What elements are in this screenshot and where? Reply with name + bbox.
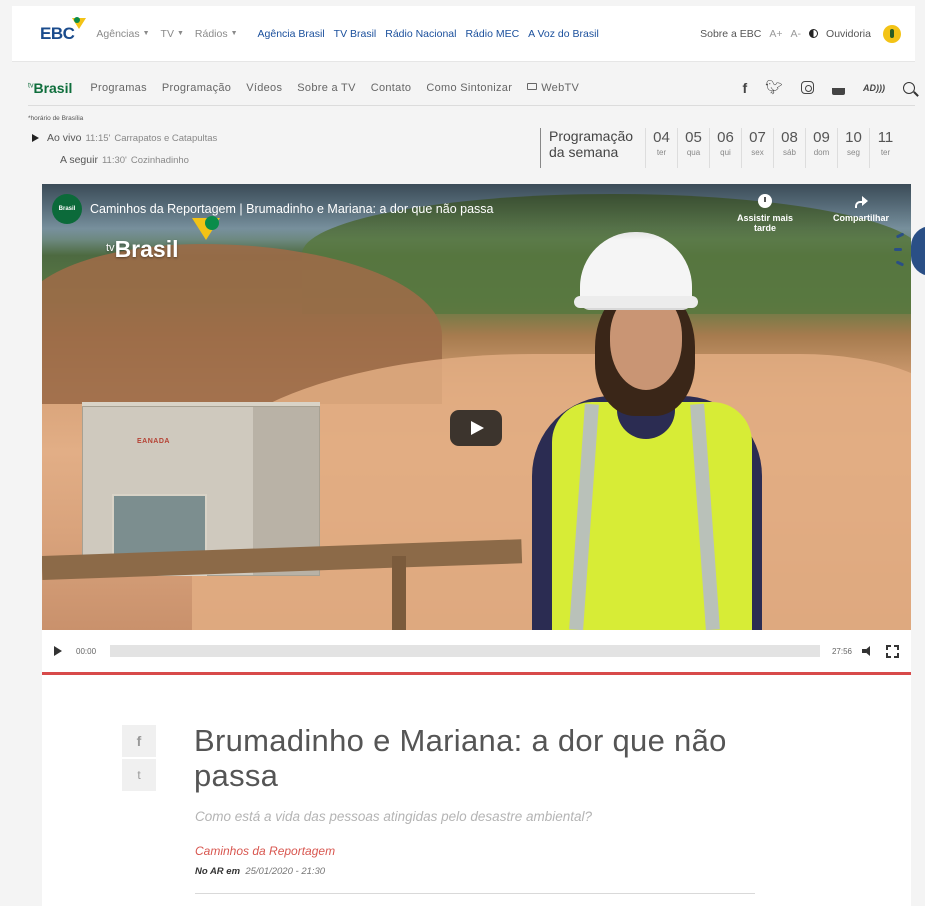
facebook-icon[interactable]: f [743,79,748,97]
day-10[interactable]: 10 seg [837,128,869,168]
air-date: No AR em 25/01/2020 - 21:30 [195,866,326,877]
article-header: f t Brumadinho e Mariana: a dor que não … [42,675,911,906]
nav-como-sintonizar[interactable]: Como Sintonizar [426,82,512,94]
link-tv-brasil[interactable]: TV Brasil [334,28,377,40]
tv-brasil-nav: tvBrasil Programas Programação Vídeos So… [28,70,915,106]
monitor-icon [527,83,538,91]
contrast-icon[interactable] [809,29,819,38]
day-08[interactable]: 08 sáb [773,128,805,168]
menu-radios[interactable]: Rádios ▼ [195,28,238,40]
link-radio-nacional[interactable]: Rádio Nacional [385,28,456,40]
play-icon [32,134,39,142]
day-11[interactable]: 11 ter [869,128,901,168]
clock-icon [758,194,772,208]
instagram-icon[interactable] [801,79,814,97]
font-decrease-button[interactable]: A- [791,28,802,40]
day-07[interactable]: 07 sex [741,128,773,168]
program-link[interactable]: Caminhos da Reportagem [195,844,335,858]
nav-contato[interactable]: Contato [371,82,412,94]
watch-later-button[interactable]: Assistir mais tarde [725,194,805,233]
link-sobre-ebc[interactable]: Sobre a EBC [700,28,761,40]
article-divider [195,893,755,894]
scene-fence-post [392,556,406,630]
nav-programacao[interactable]: Programação [162,82,231,94]
social-links: f 🐦︎ AD))) [743,79,915,97]
day-06[interactable]: 06 qui [709,128,741,168]
big-play-button[interactable] [450,410,502,446]
play-icon[interactable] [54,646,62,656]
link-radio-mec[interactable]: Rádio MEC [465,28,519,40]
menu-tv[interactable]: TV ▼ [161,28,184,40]
live-time: 11:15' [85,132,111,144]
twitter-share-icon[interactable]: t [122,759,156,791]
tv-brasil-logo[interactable]: tvBrasil [28,80,72,96]
ebc-logo[interactable]: EBC [40,16,87,44]
weekly-schedule: Programação da semana 04 ter 05 qua 06 qui … [540,128,901,168]
weekly-schedule-label: Programação da semana [540,128,645,168]
share-arrow-icon [854,194,868,208]
video-title[interactable]: Caminhos da Reportagem | Brumadinho e Ma… [90,202,494,216]
nav-programas[interactable]: Programas [90,82,147,94]
share-button[interactable]: Compartilhar [826,194,896,223]
caret-down-icon: ▼ [142,30,150,37]
video-player[interactable]: EANADA Brasil Caminhos da Reportagem | B… [42,184,911,630]
twitter-icon[interactable]: 🐦︎ [765,79,783,97]
ebc-top-bar: EBC Agências ▼ TV ▼ Rádios ▼ Agência Brasil… [12,6,915,62]
progress-bar[interactable] [110,645,820,657]
fullscreen-icon[interactable] [885,643,900,659]
caret-down-icon: ▼ [230,30,238,37]
volume-icon[interactable] [862,646,874,656]
reporter-helmet-brim [574,296,698,308]
facebook-share-icon[interactable]: f [122,725,156,757]
day-05[interactable]: 05 qua [677,128,709,168]
nav-videos[interactable]: Vídeos [246,82,282,94]
watermark-dot-icon [205,216,219,230]
channel-avatar[interactable]: Brasil [52,194,82,224]
day-09[interactable]: 09 dom [805,128,837,168]
caret-down-icon: ▼ [176,30,184,37]
link-ouvidoria[interactable]: Ouvidoria [826,28,871,40]
menu-agencias[interactable]: Agências ▼ [96,28,149,40]
article-title: Brumadinho e Mariana: a dor que não pass… [194,723,727,793]
link-a-voz-do-brasil[interactable]: A Voz do Brasil [528,28,599,40]
nav-webtv[interactable]: WebTV [527,82,579,94]
next-label: A seguir [60,154,98,166]
up-next[interactable]: A seguir 11:30' Cozinhadinho [60,154,189,166]
nav-sobre-a-tv[interactable]: Sobre a TV [297,82,355,94]
font-increase-button[interactable]: A+ [769,28,782,40]
timezone-note: *horário de Brasília [28,115,84,122]
page: EBC Agências ▼ TV ▼ Rádios ▼ Agência Brasil… [0,0,925,906]
time-total: 27:56 [831,646,852,656]
link-agencia-brasil[interactable]: Agência Brasil [258,28,325,40]
tv-brasil-watermark: tvBrasil [106,236,179,262]
live-show: Carrapatos e Catapultas [114,132,218,144]
article-subtitle: Como está a vida das pessoas atingidas p… [195,809,592,824]
audio-description-icon[interactable]: AD))) [863,79,885,97]
schedule-bar: *horário de Brasília Ao vivo 11:15' Carr… [28,112,915,178]
accessibility-icon[interactable] [883,24,901,43]
time-current: 00:00 [76,646,97,656]
youtube-icon[interactable] [832,79,845,97]
search-icon[interactable] [903,79,915,97]
next-show: Cozinhadinho [130,154,189,166]
ebc-tools: Sobre a EBC A+ A- Ouvidoria [700,24,901,43]
live-now[interactable]: Ao vivo 11:15' Carrapatos e Catapultas [32,132,217,144]
side-decoration-icon [894,226,925,276]
live-label: Ao vivo [47,132,82,144]
player-controls: 00:00 27:56 [42,630,911,672]
next-time: 11:30' [101,154,127,166]
scene-container-label: EANADA [137,438,170,445]
day-04[interactable]: 04 ter [645,128,677,168]
